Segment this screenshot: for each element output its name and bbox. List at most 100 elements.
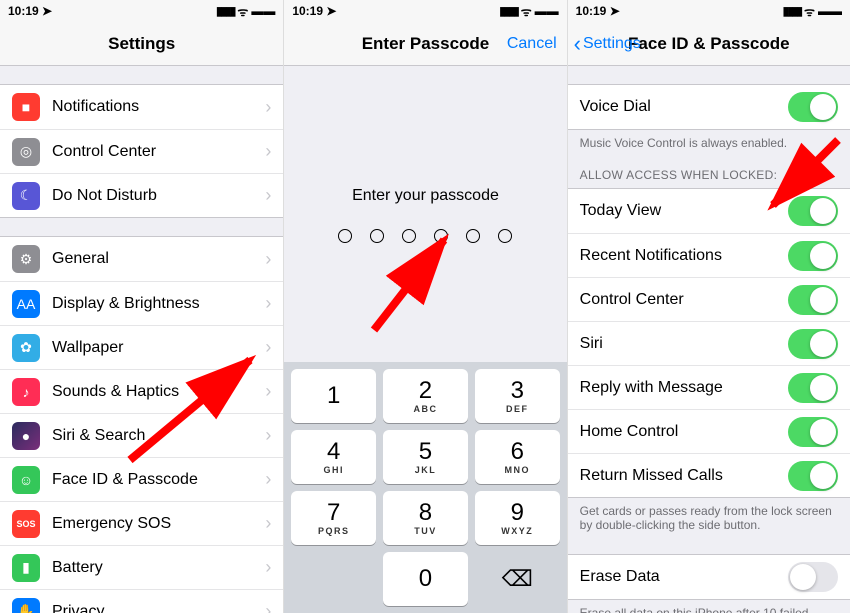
keypad-key-5[interactable]: 5JKL [383,430,468,484]
passcode-dot [434,229,448,243]
passcode-area: Enter your passcode [284,66,566,363]
toggle-switch[interactable] [788,241,838,271]
key-letters: GHI [323,465,344,475]
row-label: Today View [580,202,788,220]
toggle-erase-data[interactable] [788,562,838,592]
cards-note: Get cards or passes ready from the lock … [568,498,850,536]
row-label: Erase Data [580,568,788,586]
settings-row[interactable]: ✿Wallpaper› [0,325,283,369]
voice-dial-note: Music Voice Control is always enabled. [568,130,850,154]
keypad-key-1[interactable]: 1 [291,369,376,423]
screenshot-passcode: 10:19 ➤ ▮▮▮▮ ᯤ ▬▬ Enter Passcode Cancel … [283,0,566,613]
keypad-key-3[interactable]: 3DEF [475,369,560,423]
row-label: Do Not Disturb [52,187,265,205]
row-label: Face ID & Passcode [52,471,265,489]
toggle-switch[interactable] [788,285,838,315]
page-title: Enter Passcode [362,34,490,54]
keypad-key-6[interactable]: 6MNO [475,430,560,484]
row-label: Return Missed Calls [580,467,788,485]
toggle-switch[interactable] [788,373,838,403]
settings-row[interactable]: SOSEmergency SOS› [0,501,283,545]
settings-row[interactable]: ☾ Do Not Disturb› [0,173,283,217]
row-label: Control Center [52,143,265,161]
toggle-row[interactable]: Home Control [568,409,850,453]
section-header-allow-access: Allow Access When Locked: [568,154,850,188]
keypad-delete-button[interactable]: ⌫ [475,552,560,606]
settings-row[interactable]: ♪Sounds & Haptics› [0,369,283,413]
page-title: Face ID & Passcode [628,34,790,54]
toggle-switch[interactable] [788,329,838,359]
toggle-voice-dial[interactable] [788,92,838,122]
row-icon: ▮ [12,554,40,582]
toggle-row[interactable]: Recent Notifications [568,233,850,277]
row-label: Emergency SOS [52,515,265,533]
passcode-dot [498,229,512,243]
toggle-row[interactable]: Siri [568,321,850,365]
row-icon: AA [12,290,40,318]
toggle-row[interactable]: Today View [568,189,850,233]
group-voice-dial: Voice Dial [568,84,850,130]
chevron-right-icon: › [265,601,271,613]
cancel-button[interactable]: Cancel [507,35,557,53]
erase-note: Erase all data on this iPhone after 10 f… [568,600,850,613]
battery-icon: ▬▬ [251,4,275,18]
keypad-key-9[interactable]: 9WXYZ [475,491,560,545]
key-number: 7 [327,501,340,525]
row-label: Recent Notifications [580,247,788,265]
keypad-key-7[interactable]: 7PQRS [291,491,376,545]
row-label: Siri & Search [52,427,265,445]
status-time: 10:19 ➤ [292,4,336,18]
location-icon: ➤ [42,4,52,18]
chevron-right-icon: › [265,185,271,206]
toggle-row[interactable]: Return Missed Calls [568,453,850,497]
settings-row[interactable]: ☺Face ID & Passcode› [0,457,283,501]
chevron-left-icon: ‹ [574,33,581,55]
chevron-right-icon: › [265,557,271,578]
group-erase: Erase Data [568,554,850,600]
key-letters: MNO [505,465,531,475]
passcode-dot [338,229,352,243]
toggle-switch[interactable] [788,417,838,447]
key-number: 2 [419,379,432,403]
row-label: Wallpaper [52,339,265,357]
chevron-right-icon: › [265,425,271,446]
row-erase-data[interactable]: Erase Data [568,555,850,599]
status-bar: 10:19 ➤ ▮▮▮▮ ᯤ ▬▬ [0,0,283,22]
screenshot-settings: 10:19 ➤ ▮▮▮▮ ᯤ ▬▬ Settings ■Notification… [0,0,283,613]
chevron-right-icon: › [265,293,271,314]
keypad-key-0[interactable]: 0 [383,552,468,606]
chevron-right-icon: › [265,97,271,118]
settings-row[interactable]: AADisplay & Brightness› [0,281,283,325]
toggle-row[interactable]: Control Center [568,277,850,321]
settings-row[interactable]: ■Notifications› [0,85,283,129]
settings-group: ■Notifications›◎Control Center› ☾ Do Not D… [0,84,283,218]
keypad-key-4[interactable]: 4GHI [291,430,376,484]
toggle-row[interactable]: Reply with Message [568,365,850,409]
status-time: 10:19 ➤ [576,4,620,18]
toggle-switch[interactable] [788,196,838,226]
settings-row[interactable]: ◎Control Center› [0,129,283,173]
settings-row[interactable]: ⚙General› [0,237,283,281]
key-letters: JKL [415,465,437,475]
toggle-switch[interactable] [788,461,838,491]
row-label: Siri [580,335,788,353]
keypad-key-8[interactable]: 8TUV [383,491,468,545]
settings-row[interactable]: ● Siri & Search› [0,413,283,457]
navbar-passcode: Enter Passcode Cancel [284,22,566,66]
settings-row[interactable]: ✋Privacy› [0,589,283,613]
key-number: 1 [327,384,340,408]
key-letters: PQRS [318,526,350,536]
wifi-icon: ᯤ [804,3,815,20]
passcode-prompt: Enter your passcode [352,187,499,205]
chevron-right-icon: › [265,513,271,534]
key-letters: TUV [414,526,437,536]
keypad-key-2[interactable]: 2ABC [383,369,468,423]
row-voice-dial[interactable]: Voice Dial [568,85,850,129]
status-bar: 10:19 ➤ ▮▮▮▮ ᯤ ▬▬ [284,0,566,22]
row-icon: ☾ [12,182,40,210]
settings-row[interactable]: ▮Battery› [0,545,283,589]
status-time: 10:19 ➤ [8,4,52,18]
chevron-right-icon: › [265,141,271,162]
row-icon: ● [12,422,40,450]
back-button[interactable]: ‹ Settings [574,33,641,55]
